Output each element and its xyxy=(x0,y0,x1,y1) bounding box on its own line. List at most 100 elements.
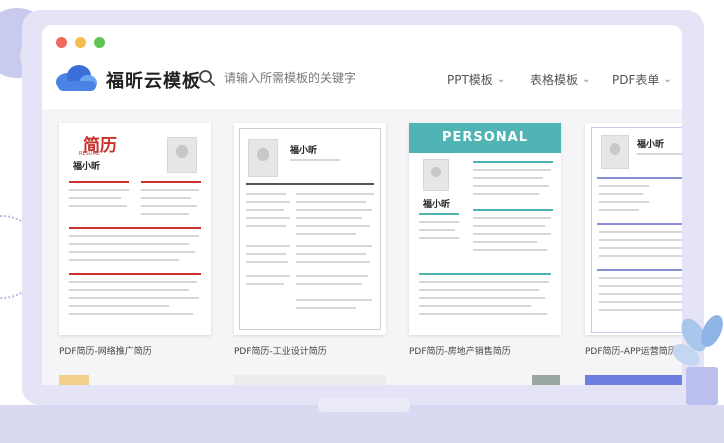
nav-label: PPT模板 xyxy=(447,73,493,87)
text-line xyxy=(69,297,199,299)
text-line xyxy=(599,185,649,187)
section-bar xyxy=(419,273,551,275)
text-line xyxy=(246,201,290,203)
text-line xyxy=(141,213,189,215)
template-thumbnail[interactable]: 简历 RESUME 福小昕 xyxy=(59,123,211,335)
thumb-subtitle: RESUME xyxy=(79,151,100,157)
text-line xyxy=(69,235,199,237)
template-caption[interactable]: PDF简历-网络推广简历 xyxy=(59,344,211,357)
nav-ppt-templates[interactable]: PPT模板 ⌄ xyxy=(447,71,505,88)
text-line xyxy=(69,259,179,261)
thumb-name: 福小昕 xyxy=(637,140,665,150)
text-line xyxy=(419,221,459,223)
template-grid: 简历 RESUME 福小昕 PDF简历-网络推广简历 福小昕 PDF简历-工业设… xyxy=(42,109,682,385)
text-line xyxy=(296,245,372,247)
text-line xyxy=(473,169,551,171)
text-line xyxy=(599,255,682,257)
section-bar xyxy=(141,181,201,183)
monitor-notch xyxy=(318,398,410,412)
nav-pdf-forms[interactable]: PDF表单 ⌄ xyxy=(612,71,672,88)
template-card-peek xyxy=(532,375,560,385)
text-line xyxy=(246,225,286,227)
section-bar xyxy=(69,181,129,183)
template-card-network-promotion[interactable]: 简历 RESUME 福小昕 PDF简历-网络推广简历 xyxy=(59,123,211,357)
text-line xyxy=(599,231,682,233)
template-thumbnail[interactable]: 福小昕 xyxy=(234,123,386,335)
template-thumbnail[interactable]: PERSONAL RESUME 福小昕 xyxy=(409,123,561,335)
template-card-peek xyxy=(585,375,682,385)
section-bar xyxy=(69,273,201,275)
text-line xyxy=(246,193,286,195)
text-line xyxy=(599,193,643,195)
thumb-name: 福小昕 xyxy=(423,200,451,210)
text-line xyxy=(637,153,682,155)
text-line xyxy=(246,283,284,285)
search-input[interactable] xyxy=(224,68,424,88)
text-line xyxy=(599,309,682,311)
template-card-app-operation[interactable]: 福小昕 PDF简历-APP运营简历 xyxy=(585,123,682,357)
text-line xyxy=(473,249,547,251)
text-line xyxy=(419,313,547,315)
text-line xyxy=(296,193,374,195)
template-thumbnail[interactable]: 福小昕 xyxy=(585,123,682,335)
nav-sheet-templates[interactable]: 表格模板 ⌄ xyxy=(530,71,590,88)
section-bar xyxy=(473,209,553,211)
text-line xyxy=(296,225,370,227)
text-line xyxy=(141,189,199,191)
template-card-real-estate-sales[interactable]: PERSONAL RESUME 福小昕 PDF简历-房地产销售简历 xyxy=(409,123,561,357)
search-icon[interactable] xyxy=(198,69,216,87)
text-line xyxy=(69,243,189,245)
text-line xyxy=(473,177,543,179)
window-close-button[interactable] xyxy=(56,37,67,48)
text-line xyxy=(141,205,197,207)
browser-window: 福昕云模板 PPT模板 ⌄ 表格模板 ⌄ PDF表单 ⌄ 简历 RESUME 福… xyxy=(42,25,682,385)
text-line xyxy=(296,233,356,235)
template-card-peek xyxy=(59,375,89,385)
avatar xyxy=(601,135,629,169)
text-line xyxy=(69,251,195,253)
cloud-logo-icon[interactable] xyxy=(52,63,98,93)
template-card-industrial-design[interactable]: 福小昕 PDF简历-工业设计简历 xyxy=(234,123,386,357)
brand-name[interactable]: 福昕云模板 xyxy=(106,67,201,93)
text-line xyxy=(69,205,127,207)
text-line xyxy=(419,229,455,231)
text-line xyxy=(296,209,372,211)
text-line xyxy=(473,233,551,235)
thumb-name: 福小昕 xyxy=(73,162,101,172)
text-line xyxy=(599,239,682,241)
nav-label: 表格模板 xyxy=(530,73,579,87)
plant-decoration-icon xyxy=(672,315,723,405)
resume-banner: PERSONAL RESUME xyxy=(409,123,561,175)
template-card-peek xyxy=(234,375,386,385)
text-line xyxy=(69,197,121,199)
window-minimize-button[interactable] xyxy=(75,37,86,48)
chevron-down-icon: ⌄ xyxy=(663,74,672,85)
nav-label: PDF表单 xyxy=(612,73,660,87)
text-line xyxy=(69,313,193,315)
section-bar xyxy=(597,177,682,179)
text-line xyxy=(296,261,370,263)
avatar xyxy=(248,139,278,177)
template-caption[interactable]: PDF简历-房地产销售简历 xyxy=(409,344,561,357)
text-line xyxy=(246,275,290,277)
section-bar xyxy=(246,183,374,185)
text-line xyxy=(419,297,545,299)
text-line xyxy=(599,285,682,287)
text-line xyxy=(473,225,545,227)
text-line xyxy=(290,159,340,161)
template-caption[interactable]: PDF简历-工业设计简历 xyxy=(234,344,386,357)
text-line xyxy=(69,281,197,283)
text-line xyxy=(246,245,290,247)
chevron-down-icon: ⌄ xyxy=(496,74,506,85)
text-line xyxy=(419,289,539,291)
text-line xyxy=(246,253,286,255)
text-line xyxy=(419,237,459,239)
avatar xyxy=(423,159,449,191)
text-line xyxy=(296,275,368,277)
text-line xyxy=(246,217,290,219)
text-line xyxy=(419,305,531,307)
template-caption[interactable]: PDF简历-APP运营简历 xyxy=(585,344,682,357)
window-maximize-button[interactable] xyxy=(94,37,105,48)
text-line xyxy=(419,281,549,283)
text-line xyxy=(599,201,649,203)
